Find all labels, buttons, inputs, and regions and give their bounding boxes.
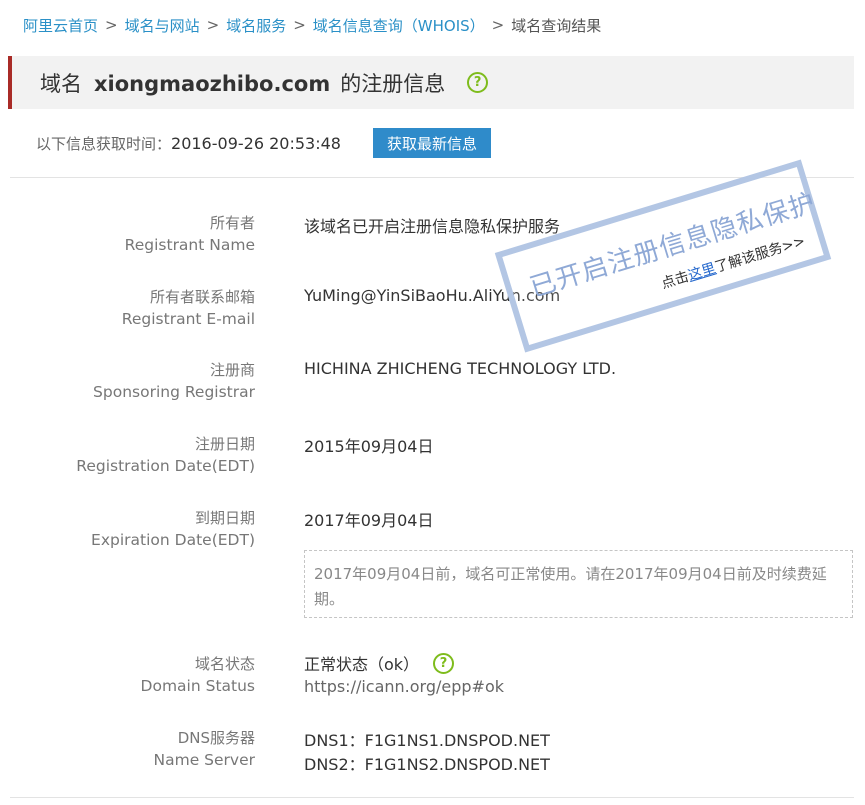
breadcrumb-link-home[interactable]: 阿里云首页: [23, 15, 98, 36]
page-title: 域名 xiongmaozhibo.com 的注册信息: [40, 68, 445, 98]
privacy-learn-more-link[interactable]: 这里: [686, 261, 717, 284]
page-title-bar: 域名 xiongmaozhibo.com 的注册信息 ?: [8, 56, 854, 109]
fetch-info: 以下信息获取时间： 2016-09-26 20:53:48 获取最新信息: [36, 127, 491, 159]
field-label-cn: 注册商: [209, 361, 255, 379]
breadcrumb-link-whois[interactable]: 域名信息查询（WHOIS）: [313, 15, 485, 36]
owner-value: 该域名已开启注册信息隐私保护服务: [304, 217, 561, 236]
dns-server-1: DNS1：F1G1NS1.DNSPOD.NET: [304, 731, 550, 750]
field-label-cn: DNS服务器: [177, 729, 255, 747]
question-circle-icon[interactable]: ?: [467, 72, 489, 93]
refresh-info-button[interactable]: 获取最新信息: [372, 128, 491, 158]
field-label-cn: 所有者: [209, 214, 255, 232]
field-label-en: Expiration Date(EDT): [91, 531, 255, 549]
breadcrumb: 阿里云首页 > 域名与网站 > 域名服务 > 域名信息查询（WHOIS） > 域…: [23, 13, 601, 37]
expiration-note: 2017年09月04日前，域名可正常使用。请在2017年09月04日前及时续费延…: [304, 550, 853, 618]
status-help-icon[interactable]: ?: [433, 652, 455, 674]
fetch-time-value: 2016-09-26 20:53:48: [171, 133, 341, 153]
field-label-cn: 域名状态: [194, 655, 255, 673]
breadcrumb-separator: >: [491, 16, 505, 34]
privacy-protection-stamp: 已开启注册信息隐私保护 点击这里了解该服务>>: [494, 159, 832, 353]
field-label-en: Domain Status: [140, 677, 255, 695]
stamp-prefix: 点击: [659, 268, 691, 293]
field-label-en: Registrant Name: [124, 236, 255, 254]
breadcrumb-current: 域名查询结果: [511, 16, 602, 35]
field-label-en: Sponsoring Registrar: [93, 383, 255, 401]
field-label-cn: 注册日期: [194, 435, 255, 453]
fetch-time-label: 以下信息获取时间：: [36, 134, 172, 153]
breadcrumb-link-domain-service[interactable]: 域名服务: [226, 15, 286, 36]
registrar-value: HICHINA ZHICHENG TECHNOLOGY LTD.: [304, 359, 617, 378]
title-suffix: 的注册信息: [340, 71, 446, 96]
domain-status-value: 正常状态（ok）: [304, 655, 420, 674]
divider: [10, 797, 854, 798]
dns-server-2: DNS2：F1G1NS2.DNSPOD.NET: [304, 755, 550, 774]
divider: [10, 177, 854, 178]
breadcrumb-link-domains-websites[interactable]: 域名与网站: [125, 15, 200, 36]
title-prefix: 域名: [40, 71, 82, 96]
breadcrumb-separator: >: [206, 16, 220, 34]
field-label-en: Registrant E-mail: [121, 310, 255, 328]
field-label-en: Name Server: [153, 751, 255, 769]
field-label-en: Registration Date(EDT): [76, 457, 255, 475]
registration-date-value: 2015年09月04日: [304, 437, 434, 456]
breadcrumb-separator: >: [293, 16, 306, 34]
expiration-date-value: 2017年09月04日: [304, 511, 434, 530]
field-label-cn: 到期日期: [194, 509, 255, 527]
field-label-cn: 所有者联系邮箱: [149, 288, 255, 306]
domain-status-line: 正常状态（ok） ?: [304, 651, 455, 675]
domain-status-link: https://icann.org/epp#ok: [304, 677, 505, 696]
breadcrumb-separator: >: [105, 16, 118, 34]
title-domain: xiongmaozhibo.com: [94, 71, 331, 96]
